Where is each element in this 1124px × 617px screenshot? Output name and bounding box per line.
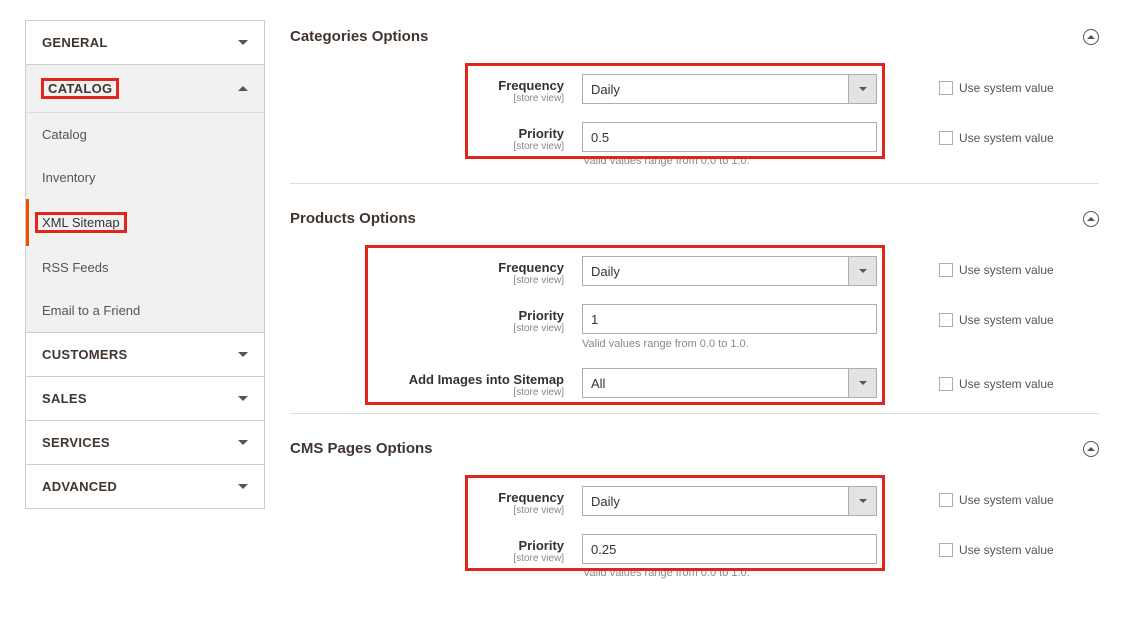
chevron-up-icon [238,86,248,91]
sidebar-services[interactable]: SERVICES [25,421,265,465]
frequency-select[interactable]: Daily [582,74,877,104]
sidebar-item-label: GENERAL [42,35,108,50]
field-label: Frequency [372,260,564,275]
use-system-label: Use system value [959,263,1054,277]
use-system-checkbox[interactable] [939,543,953,557]
select-value: Daily [591,494,620,509]
use-system-checkbox[interactable] [939,131,953,145]
section-categories-options: Categories Options Frequency [store view… [290,20,1099,184]
field-label: Frequency [472,490,564,505]
sidebar-general[interactable]: GENERAL [25,20,265,65]
section-header[interactable]: Products Options [290,202,1099,245]
help-text: Valid values range from 0.0 to 1.0. [582,338,877,350]
use-system-checkbox[interactable] [939,263,953,277]
sidebar-item-label: CATALOG [42,79,118,98]
chevron-down-icon [238,40,248,45]
priority-input[interactable] [582,304,877,334]
use-system-checkbox[interactable] [939,377,953,391]
collapse-icon[interactable] [1083,441,1099,457]
field-scope: [store view] [372,387,564,398]
sidebar-catalog: CATALOG Catalog Inventory XML Sitemap RS… [25,65,265,333]
sidebar-sales[interactable]: SALES [25,377,265,421]
sidebar-catalog-children: Catalog Inventory XML Sitemap RSS Feeds … [26,112,264,332]
select-value: All [591,376,605,391]
dropdown-icon [848,257,876,285]
section-cms-pages-options: CMS Pages Options Frequency [store view] [290,432,1099,595]
use-system-label: Use system value [959,493,1054,507]
priority-input[interactable] [582,122,877,152]
sidebar-child-label: XML Sitemap [36,213,126,232]
field-row-frequency: Frequency [store view] Daily [472,74,878,104]
field-scope: [store view] [472,93,564,104]
chevron-down-icon [238,352,248,357]
categories-field-group: Frequency [store view] Daily [465,63,885,159]
field-label: Priority [472,538,564,553]
dropdown-icon [848,487,876,515]
sidebar-item-label: SERVICES [42,435,110,450]
field-row-frequency: Frequency [store view] Daily [372,256,878,286]
use-system-checkbox[interactable] [939,81,953,95]
field-label: Add Images into Sitemap [372,372,564,387]
use-system-label: Use system value [959,81,1054,95]
chevron-down-icon [238,484,248,489]
products-field-group: Frequency [store view] Daily [365,245,885,405]
use-system-label: Use system value [959,543,1054,557]
field-scope: [store view] [372,275,564,286]
section-header[interactable]: Categories Options [290,20,1099,63]
section-products-options: Products Options Frequency [store view] [290,202,1099,414]
priority-input[interactable] [582,534,877,564]
collapse-icon[interactable] [1083,29,1099,45]
sidebar-advanced[interactable]: ADVANCED [25,465,265,509]
field-scope: [store view] [472,141,564,152]
field-row-frequency: Frequency [store view] Daily [472,486,878,516]
field-label: Frequency [472,78,564,93]
use-system-label: Use system value [959,313,1054,327]
dropdown-icon [848,75,876,103]
sidebar-child-catalog[interactable]: Catalog [26,113,264,156]
field-scope: [store view] [472,505,564,516]
collapse-icon[interactable] [1083,211,1099,227]
frequency-select[interactable]: Daily [582,486,877,516]
field-label: Priority [472,126,564,141]
section-title: Categories Options [290,28,428,45]
field-row-priority: Priority [store view] [472,122,878,152]
field-row-add-images: Add Images into Sitemap [store view] All [372,368,878,398]
chevron-down-icon [238,440,248,445]
frequency-select[interactable]: Daily [582,256,877,286]
sidebar-child-inventory[interactable]: Inventory [26,156,264,199]
sidebar-item-label: SALES [42,391,87,406]
field-row-priority: Priority [store view] Valid values range… [372,304,878,350]
chevron-down-icon [238,396,248,401]
dropdown-icon [848,369,876,397]
use-system-label: Use system value [959,131,1054,145]
sidebar-item-label: ADVANCED [42,479,117,494]
use-system-label: Use system value [959,377,1054,391]
add-images-select[interactable]: All [582,368,877,398]
sidebar-child-xml-sitemap[interactable]: XML Sitemap [26,199,264,246]
sidebar-child-email-friend[interactable]: Email to a Friend [26,289,264,332]
select-value: Daily [591,82,620,97]
config-main: Categories Options Frequency [store view… [290,20,1099,613]
field-scope: [store view] [472,553,564,564]
select-value: Daily [591,264,620,279]
config-sidebar: GENERAL CATALOG Catalog Inventory XML Si… [25,20,265,613]
use-system-checkbox[interactable] [939,493,953,507]
sidebar-child-rss[interactable]: RSS Feeds [26,246,264,289]
section-title: Products Options [290,210,416,227]
use-system-checkbox[interactable] [939,313,953,327]
sidebar-catalog-header[interactable]: CATALOG [26,65,264,112]
section-title: CMS Pages Options [290,440,433,457]
field-scope: [store view] [372,323,564,334]
sidebar-customers[interactable]: CUSTOMERS [25,333,265,377]
field-row-priority: Priority [store view] [472,534,878,564]
sidebar-item-label: CUSTOMERS [42,347,128,362]
field-label: Priority [372,308,564,323]
cms-field-group: Frequency [store view] Daily [465,475,885,571]
section-header[interactable]: CMS Pages Options [290,432,1099,475]
